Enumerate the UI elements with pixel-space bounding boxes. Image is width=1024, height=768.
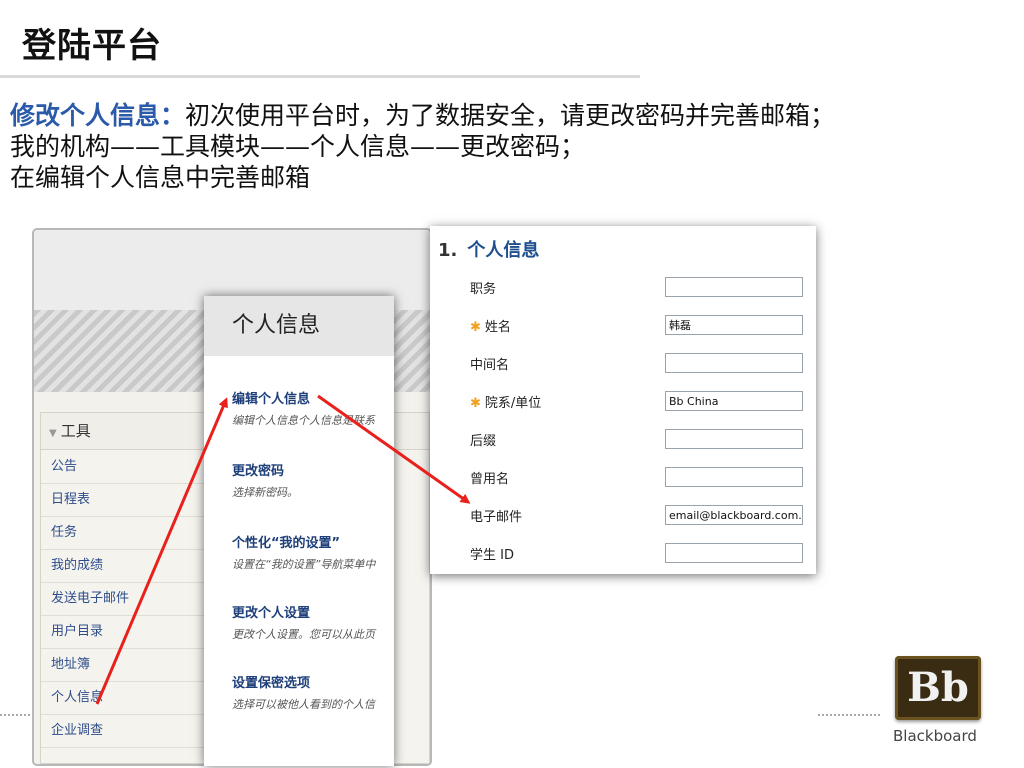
popup-item-desc: 设置在“我的设置”导航菜单中 — [232, 558, 376, 571]
label-name: ✱ 姓名 — [470, 316, 511, 335]
popup-item-desc: 更改个人设置。您可以从此页 — [232, 628, 375, 641]
label-suffix: 后缀 — [470, 434, 497, 449]
form-section-number: 1. — [438, 240, 458, 261]
tools-item-announcements[interactable]: 公告 — [41, 451, 209, 484]
intro-text: 修改个人信息：初次使用平台时，为了数据安全，请更改密码并完善邮箱； 我的机构——… — [10, 100, 835, 193]
department-field[interactable]: Bb China — [665, 391, 803, 411]
label-department-text: 院系/单位 — [484, 396, 542, 411]
tools-header-label: 工具 — [60, 422, 91, 440]
popup-item-edit-info[interactable]: 编辑个人信息 编辑个人信息个人信息是联系 — [232, 388, 394, 428]
tools-item-calendar[interactable]: 日程表 — [41, 484, 209, 517]
form-section-title: 1. 个人信息 — [438, 236, 539, 262]
former-name-field[interactable] — [665, 467, 803, 487]
student-id-field[interactable] — [665, 543, 803, 563]
job-title-field[interactable] — [665, 277, 803, 297]
blackboard-wordmark: Blackboard — [893, 727, 977, 745]
personal-info-popup: 个人信息 编辑个人信息 编辑个人信息个人信息是联系 更改密码 选择新密码。 个性… — [204, 296, 394, 766]
slide-title: 登陆平台 — [22, 26, 162, 66]
dotted-divider-left — [0, 714, 30, 716]
label-job-title: 职务 — [470, 282, 497, 297]
tools-item-user-directory[interactable]: 用户目录 — [41, 616, 209, 649]
email-field[interactable]: email@blackboard.com.cn — [665, 505, 803, 525]
middle-name-field[interactable] — [665, 353, 803, 373]
tools-item-enterprise-survey[interactable]: 企业调查 — [41, 715, 209, 748]
required-asterisk-icon: ✱ — [470, 320, 481, 335]
collapse-triangle-icon[interactable]: ▼ — [49, 416, 57, 452]
popup-item-title[interactable]: 编辑个人信息 — [232, 388, 394, 407]
popup-item-title[interactable]: 更改密码 — [232, 460, 394, 479]
popup-item-personal-settings[interactable]: 更改个人设置 更改个人设置。您可以从此页 — [232, 602, 394, 642]
form-section-label: 个人信息 — [467, 240, 540, 261]
intro-line-1-text: 初次使用平台时，为了数据安全，请更改密码并完善邮箱； — [185, 101, 836, 130]
intro-line-1: 修改个人信息：初次使用平台时，为了数据安全，请更改密码并完善邮箱； — [10, 100, 835, 131]
tools-item-send-email[interactable]: 发送电子邮件 — [41, 583, 209, 616]
title-divider — [0, 75, 640, 78]
label-name-text: 姓名 — [484, 320, 511, 335]
label-middle-name: 中间名 — [470, 358, 510, 373]
popup-item-privacy[interactable]: 设置保密选项 选择可以被他人看到的个人信 — [232, 672, 394, 712]
popup-title: 个人信息 — [204, 296, 394, 356]
popup-item-personalize[interactable]: 个性化“我的设置” 设置在“我的设置”导航菜单中 — [232, 532, 394, 572]
label-email: 电子邮件 — [470, 510, 523, 525]
intro-lead: 修改个人信息： — [10, 101, 186, 130]
personal-info-form: 1. 个人信息 职务 ✱ 姓名 韩磊 中间名 ✱ 院系/单位 Bb China 后缀 … — [430, 226, 816, 574]
blackboard-logo-letters: Bb — [907, 664, 969, 711]
popup-item-desc: 选择可以被他人看到的个人信 — [232, 698, 375, 711]
popup-item-title[interactable]: 设置保密选项 — [232, 672, 394, 691]
popup-item-title[interactable]: 更改个人设置 — [232, 602, 394, 621]
tools-item-my-grades[interactable]: 我的成绩 — [41, 550, 209, 583]
blackboard-logo: Bb — [895, 656, 981, 720]
intro-line-3: 在编辑个人信息中完善邮箱 — [10, 163, 311, 192]
intro-line-2: 我的机构——工具模块——个人信息——更改密码； — [10, 132, 586, 161]
dotted-divider-right — [818, 714, 880, 716]
suffix-field[interactable] — [665, 429, 803, 449]
label-former-name: 曾用名 — [470, 472, 510, 487]
tools-item-address-book[interactable]: 地址簿 — [41, 649, 209, 682]
popup-item-title[interactable]: 个性化“我的设置” — [232, 532, 394, 551]
label-department: ✱ 院系/单位 — [470, 392, 541, 411]
popup-item-change-password[interactable]: 更改密码 选择新密码。 — [232, 460, 394, 500]
label-student-id: 学生 ID — [470, 548, 514, 563]
name-field[interactable]: 韩磊 — [665, 315, 803, 335]
required-asterisk-icon: ✱ — [470, 396, 481, 411]
tools-item-personal-info[interactable]: 个人信息 — [41, 682, 209, 715]
tools-item-tasks[interactable]: 任务 — [41, 517, 209, 550]
popup-item-desc: 编辑个人信息个人信息是联系 — [232, 414, 375, 427]
popup-item-desc: 选择新密码。 — [232, 486, 298, 499]
